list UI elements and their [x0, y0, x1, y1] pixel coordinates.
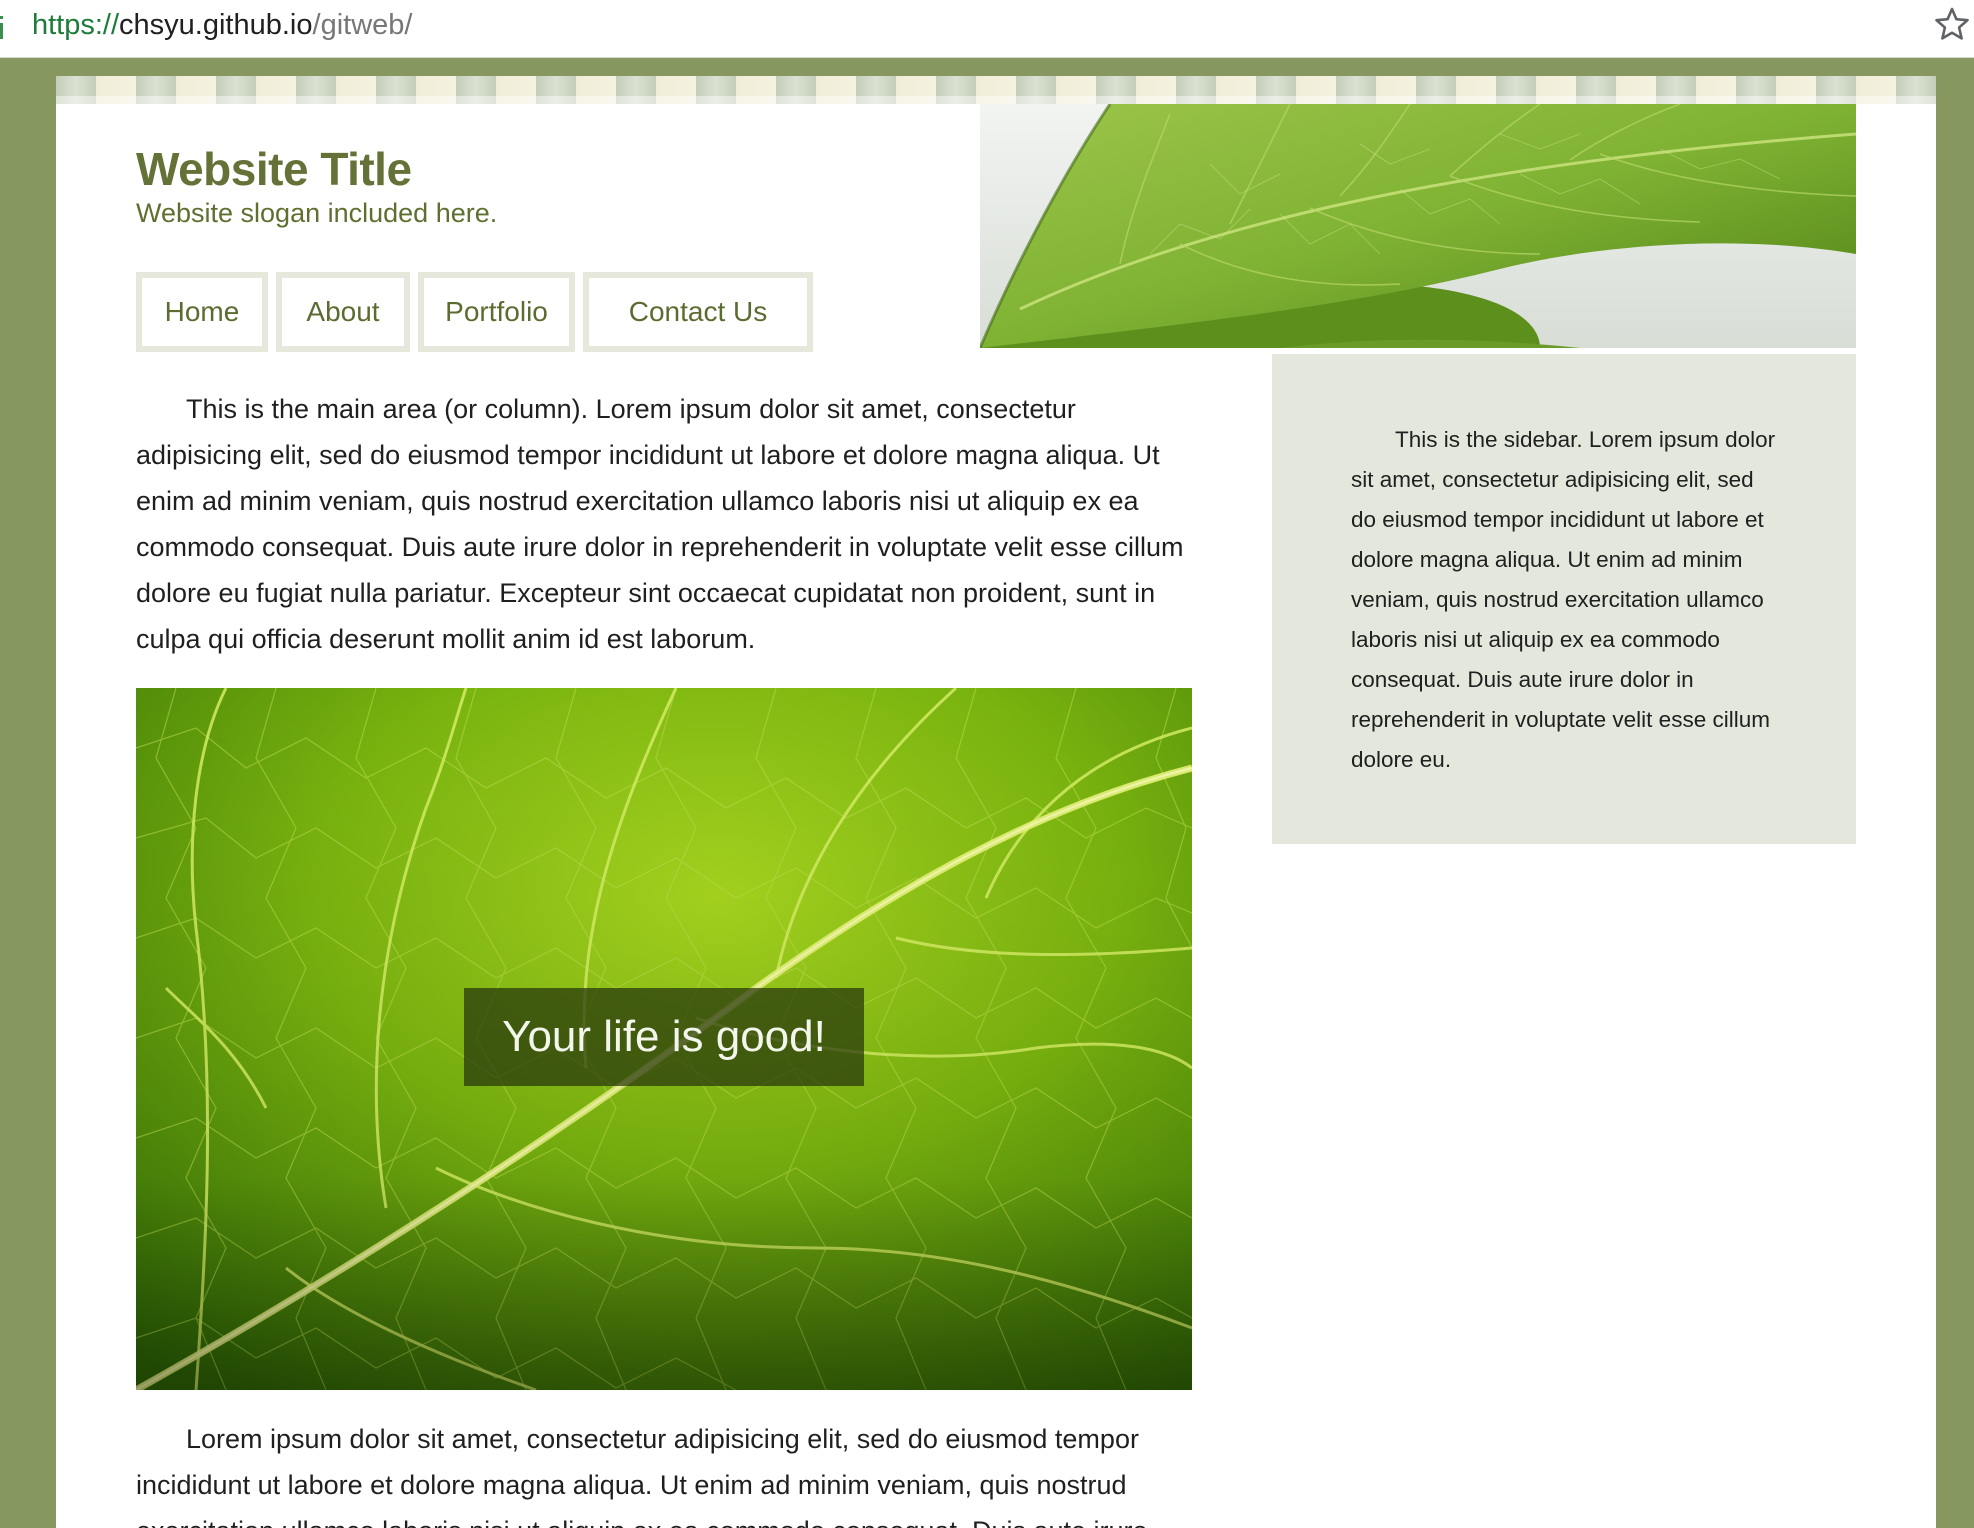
nav-item-label: Contact Us	[628, 296, 768, 327]
decorative-checker-border	[56, 76, 1936, 104]
sidebar-text: This is the sidebar. Lorem ipsum dolor s…	[1351, 427, 1776, 772]
url-field[interactable]: https://chsyu.github.io/gitweb/	[32, 7, 412, 43]
nav-item-portfolio[interactable]: Portfolio	[418, 272, 575, 352]
image-caption-box: Your life is good!	[464, 988, 864, 1086]
nav-item-label: Home	[164, 296, 240, 327]
site-slogan: Website slogan included here.	[136, 198, 498, 228]
url-scheme: https://	[32, 9, 120, 41]
header-leaf-image	[980, 104, 1856, 348]
browser-address-bar: https://chsyu.github.io/gitweb/	[0, 0, 1974, 58]
bookmark-star-icon[interactable]	[1934, 6, 1970, 42]
image-caption: Your life is good!	[502, 1012, 826, 1061]
nav-item-contact-us[interactable]: Contact Us	[583, 272, 813, 352]
main-outro-paragraph: Lorem ipsum dolor sit amet, consectetur …	[136, 1424, 1148, 1528]
nav-item-label: Portfolio	[445, 296, 548, 327]
site-info-icon[interactable]	[0, 14, 10, 42]
nav-item-home[interactable]: Home	[136, 272, 268, 352]
main-intro-paragraph: This is the main area (or column). Lorem…	[136, 394, 1184, 654]
page-container: Website Title Website slogan included he…	[56, 76, 1936, 1528]
url-host: chsyu.github.io	[119, 9, 313, 41]
sidebar: This is the sidebar. Lorem ipsum dolor s…	[1272, 354, 1856, 844]
nav-item-label: About	[306, 296, 380, 327]
url-path: /gitweb/	[312, 9, 413, 41]
nav-item-about[interactable]: About	[276, 272, 410, 352]
leaf-hero-image: Your life is good!	[136, 688, 1192, 1390]
site-title: Website Title	[136, 143, 412, 195]
